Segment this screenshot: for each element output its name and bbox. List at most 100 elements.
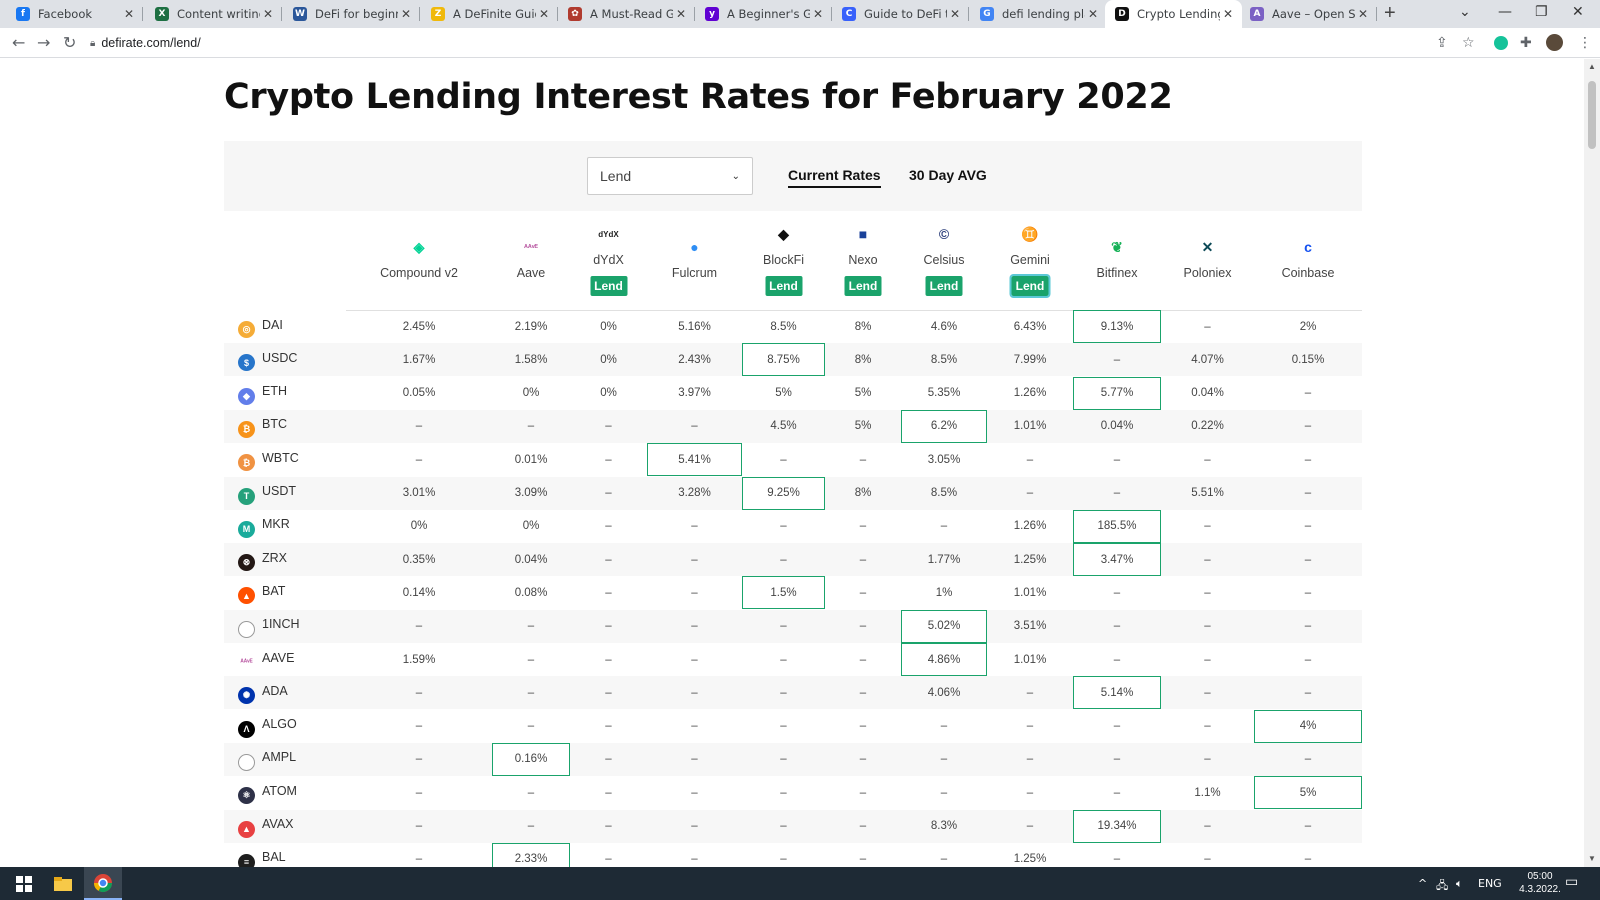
browser-tab[interactable]: W DeFi for beginners✕ [283, 0, 420, 28]
minimize-button[interactable]: — [1498, 4, 1512, 20]
lend-button[interactable]: Lend [925, 276, 963, 296]
asset-cell[interactable]: ⚛ ATOM [238, 776, 297, 809]
rate-cell: 5% [854, 387, 872, 400]
asset-cell[interactable]: ᴬᴬᵛᴱ AAVE [238, 643, 294, 676]
table-row: ▲ AVAX – – – – – – 8.3% – 19.34% – – [224, 809, 1362, 843]
browser-tab[interactable]: D Crypto Lending Ra✕ [1105, 0, 1242, 28]
asset-cell[interactable]: ₿ BTC [238, 410, 287, 443]
provider-column-header[interactable]: ◈ Compound v2 [346, 219, 492, 307]
scroll-up-icon[interactable]: ▲ [1588, 62, 1596, 71]
provider-column-header[interactable]: ● Fulcrum [647, 219, 742, 307]
provider-column-header[interactable]: c Coinbase [1254, 219, 1362, 307]
browser-tab[interactable]: C Guide to DeFi toke✕ [832, 0, 969, 28]
asset-cell[interactable]: ▲ BAT [238, 576, 285, 609]
provider-column-header[interactable]: ◆ BlockFi Lend [742, 219, 825, 307]
close-window-button[interactable]: ✕ [1572, 4, 1584, 20]
asset-cell[interactable]: ≡ BAL [238, 843, 286, 867]
lend-button[interactable]: Lend [765, 276, 802, 296]
rate-cell: – [1304, 553, 1312, 566]
tab-search-icon[interactable]: ⌄ [1459, 4, 1471, 20]
file-explorer-icon[interactable] [44, 867, 82, 900]
table-row: ᴬᴬᵛᴱ AAVE 1.59% – – – – – 4.86% 1.01% – – – [224, 643, 1362, 676]
browser-tab[interactable]: y A Beginner's Guide✕ [695, 0, 832, 28]
close-tab-icon[interactable]: ✕ [121, 7, 137, 21]
bookmark-star-icon[interactable]: ☆ [1462, 35, 1475, 51]
reload-icon[interactable]: ↻ [63, 33, 76, 52]
network-icon[interactable]: 🖧 [1436, 877, 1448, 896]
scroll-down-icon[interactable]: ▼ [1588, 854, 1596, 863]
close-tab-icon[interactable]: ✕ [947, 7, 963, 21]
back-icon[interactable]: ← [12, 33, 25, 52]
lend-button[interactable]: Lend [844, 276, 882, 296]
best-rate-cell: 5% [1254, 776, 1362, 810]
asset-cell[interactable]: AMPL [238, 743, 296, 776]
rate-cell: – [527, 686, 535, 699]
lend-button[interactable]: Lend [1009, 274, 1051, 298]
notifications-icon[interactable]: ▭ [1565, 874, 1578, 890]
provider-column-header[interactable]: ✕ Poloniex [1161, 219, 1254, 307]
new-tab-button[interactable]: + [1384, 2, 1396, 25]
tray-chevron-icon[interactable]: ^ [1418, 877, 1427, 890]
tab-current-rates[interactable]: Current Rates [788, 167, 881, 188]
asset-cell[interactable]: 1INCH [238, 610, 300, 643]
provider-column-header[interactable]: ᴬᴬᵛᴱ Aave [492, 219, 570, 307]
asset-cell[interactable]: T USDT [238, 477, 296, 510]
asset-cell[interactable]: ▲ AVAX [238, 810, 294, 843]
grammarly-icon[interactable] [1494, 36, 1508, 50]
close-tab-icon[interactable]: ✕ [1220, 7, 1236, 21]
asset-cell[interactable]: ◆ ETH [238, 377, 287, 410]
chrome-taskbar-icon[interactable] [84, 867, 122, 900]
asset-cell[interactable]: M MKR [238, 510, 290, 543]
asset-cell[interactable]: ◎ DAI [238, 310, 283, 343]
rate-cell: – [691, 620, 698, 633]
close-tab-icon[interactable]: ✕ [398, 7, 414, 21]
maximize-button[interactable]: ❐ [1535, 4, 1548, 20]
close-tab-icon[interactable]: ✕ [536, 7, 552, 21]
table-row: ▲ BAT 0.14% 0.08% – – 1.5% – 1% 1.01% – – – [224, 576, 1362, 610]
windows-start-icon[interactable] [6, 867, 42, 900]
table-row: ₿ WBTC – 0.01% – 5.41% – – 3.05% – – – – [224, 443, 1362, 477]
close-tab-icon[interactable]: ✕ [260, 7, 276, 21]
asset-cell[interactable]: ✺ ADA [238, 676, 288, 709]
close-tab-icon[interactable]: ✕ [1085, 7, 1101, 21]
rate-cell: – [1204, 586, 1211, 599]
address-bar[interactable]: 🔒︎ defirate.com/lend/ [90, 31, 1475, 55]
tab-30-day-avg[interactable]: 30 Day AVG [909, 167, 987, 186]
forward-icon[interactable]: → [37, 33, 50, 52]
scrollbar-thumb[interactable] [1588, 81, 1596, 149]
page-scrollbar[interactable]: ▲ ▼ [1584, 59, 1600, 867]
lend-button[interactable]: Lend [590, 276, 627, 296]
close-tab-icon[interactable]: ✕ [810, 7, 826, 21]
asset-cell[interactable]: ⊗ ZRX [238, 543, 287, 576]
mode-select[interactable]: Lend ⌄ [587, 157, 753, 195]
asset-cell[interactable]: Ʌ ALGO [238, 710, 297, 743]
asset-cell[interactable]: $ USDC [238, 343, 297, 376]
browser-tab[interactable]: f Facebook ✕ [6, 0, 143, 28]
rate-cell: – [1113, 653, 1121, 666]
provider-column-header[interactable]: © Celsius Lend [901, 219, 987, 307]
browser-tab[interactable]: Gdefi lending platfo✕ [970, 0, 1107, 28]
rate-cell: 0.22% [1191, 420, 1224, 433]
browser-tab-strip: + ⌄ — ❐ ✕ fFacebook✕XContent writing wi✕… [0, 0, 1600, 28]
language-indicator[interactable]: ENG [1478, 877, 1502, 890]
provider-column-header[interactable]: ♊ Gemini Lend [987, 219, 1073, 307]
lock-icon[interactable]: 🔒︎ [90, 38, 95, 49]
provider-column-header[interactable]: ■ Nexo Lend [825, 219, 901, 307]
gemini-icon: ♊ [1021, 225, 1039, 242]
close-tab-icon[interactable]: ✕ [673, 7, 689, 21]
browser-tab[interactable]: Z A DeFinite Guide t✕ [421, 0, 558, 28]
provider-column-header[interactable]: ❦ Bitfinex [1073, 219, 1161, 307]
browser-tab[interactable]: X Content writing wi✕ [145, 0, 282, 28]
profile-avatar[interactable] [1546, 34, 1563, 51]
menu-icon[interactable]: ⋮ [1578, 35, 1592, 51]
provider-column-header[interactable]: dYdX dYdX Lend [570, 219, 647, 307]
close-tab-icon[interactable]: ✕ [1355, 7, 1371, 21]
system-clock[interactable]: 05:00 4.3.2022. [1510, 870, 1570, 896]
browser-tab[interactable]: ✿ A Must-Read Guid✕ [558, 0, 695, 28]
volume-icon[interactable]: 🔈︎ [1456, 877, 1463, 891]
share-icon[interactable]: ⇪ [1436, 35, 1448, 51]
asset-cell[interactable]: ₿ WBTC [238, 443, 299, 476]
browser-tab[interactable]: A Aave – Open Sourc✕ [1240, 0, 1377, 28]
rate-cell: – [1113, 620, 1121, 633]
extensions-icon[interactable]: ✚ [1520, 35, 1532, 51]
